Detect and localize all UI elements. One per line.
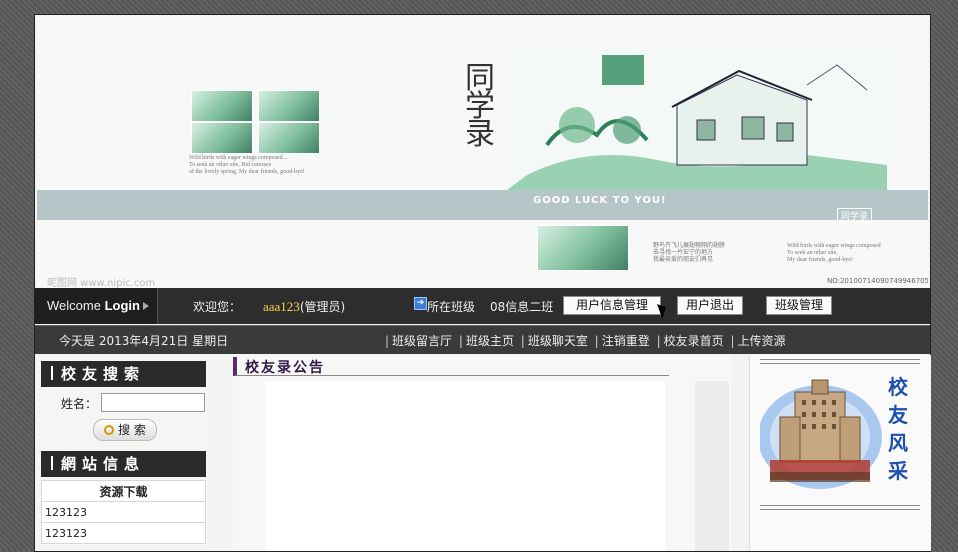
username: aaa123 <box>263 299 300 314</box>
divider <box>760 509 920 510</box>
sub-nav-links: | 班级留言厅 | 班级主页 | 班级聊天室 | 注销重登 | 校友录首页 | 上传资源 <box>385 334 786 348</box>
notice-title-bar: 校友录公告 <box>233 357 669 376</box>
alumni-search-title: 校友搜索 <box>61 365 146 383</box>
notice-scrollbar[interactable] <box>695 381 729 551</box>
site-info-title: 網站信息 <box>61 455 146 473</box>
login-label: Login <box>104 298 140 313</box>
notice-panel: 校友录公告 <box>233 355 731 551</box>
welcome-login[interactable]: Welcome Login <box>47 298 140 313</box>
resource-item[interactable]: 123123 <box>41 522 206 544</box>
banner-band <box>37 190 928 220</box>
user-info-manage-button[interactable]: 用户信息管理 <box>563 296 661 315</box>
user-nav-bar: Welcome Login 欢迎您： aaa123(管理员) ➔ 所在班级 08… <box>35 288 930 324</box>
link-class-chat[interactable]: 班级聊天室 <box>528 334 588 348</box>
today-date: 今天是 2013年4月21日 星期日 <box>59 334 229 348</box>
resource-table: 资源下载 123123 123123 <box>41 480 206 544</box>
welcome-label: Welcome <box>47 298 101 313</box>
sub-nav-bar: 今天是 2013年4月21日 星期日 | 班级留言厅 | 班级主页 | 班级聊天室 |… <box>35 325 930 354</box>
name-label: 姓名： <box>61 397 98 411</box>
search-button[interactable]: 搜 索 <box>93 419 157 441</box>
right-sidebar: 校友风采 <box>749 355 931 551</box>
link-relogin[interactable]: 注销重登 <box>602 334 650 348</box>
banner-small-text: 野鸟齐飞儿展翅翱翔的翅膀 去寻找一片安宁的地方 我最亲爱的朋友们再见 <box>653 243 726 263</box>
alumni-style-caption: 校友风采 <box>888 375 908 483</box>
header-banner: Wild birds with eager wings composed... T… <box>37 17 928 288</box>
link-class-home[interactable]: 班级主页 <box>466 334 514 348</box>
welcome-login-box[interactable]: Welcome Login <box>35 288 158 324</box>
banner-thumb-bottom <box>537 225 629 271</box>
notice-title: 校友录公告 <box>245 360 325 376</box>
alumni-search-header: 校友搜索 <box>41 361 206 387</box>
class-manage-button[interactable]: 班级管理 <box>766 296 832 315</box>
link-upload[interactable]: 上传资源 <box>738 334 786 348</box>
house-sketch-illustration <box>507 45 887 190</box>
user-role: (管理员) <box>299 300 346 314</box>
banner-thumb <box>258 90 320 122</box>
current-user: aaa123(管理员) <box>263 298 345 315</box>
banner-serial: NO:20100714090749946705 <box>827 277 928 285</box>
banner-thumb <box>191 90 253 122</box>
banner-band-text: GOOD LUCK TO YOU! <box>533 195 667 206</box>
name-search-input[interactable] <box>101 393 205 412</box>
link-alumni-home[interactable]: 校友录首页 <box>664 334 724 348</box>
site-info-header: 網站信息 <box>41 451 206 477</box>
class-label: 所在班级 <box>427 300 476 314</box>
notice-content <box>265 381 665 551</box>
banner-thumb <box>191 122 253 154</box>
divider <box>760 359 920 360</box>
banner-thumb <box>258 122 320 154</box>
resource-header: 资源下载 <box>41 480 206 502</box>
link-message-hall[interactable]: 班级留言厅 <box>392 334 452 348</box>
resource-item[interactable]: 123123 <box>41 501 206 523</box>
banner-watermark: 昵图网 www.nipic.com <box>47 278 156 288</box>
banner-title: 同学录 <box>465 61 495 152</box>
search-button-label: 搜 索 <box>118 423 146 437</box>
logout-button[interactable]: 用户退出 <box>677 296 743 315</box>
left-sidebar: 校友搜索 姓名： 搜 索 網站信息 资源下载 123123 123123 <box>37 355 210 551</box>
arrow-box-icon: ➔ <box>414 297 427 310</box>
page-frame: Wild birds with eager wings composed... T… <box>34 14 931 552</box>
class-name: 08信息二班 <box>490 300 554 314</box>
banner-poem: Wild birds with eager wings composed... T… <box>189 155 305 175</box>
banner-stamp: 同学录 <box>837 208 873 223</box>
divider <box>760 505 920 506</box>
greeting-text: 欢迎您： <box>193 300 242 314</box>
banner-small-text-en: Wild birds with eager wings composed To s… <box>787 243 881 263</box>
divider <box>760 363 920 364</box>
circle-icon <box>104 425 115 435</box>
arrow-right-icon <box>143 302 149 310</box>
